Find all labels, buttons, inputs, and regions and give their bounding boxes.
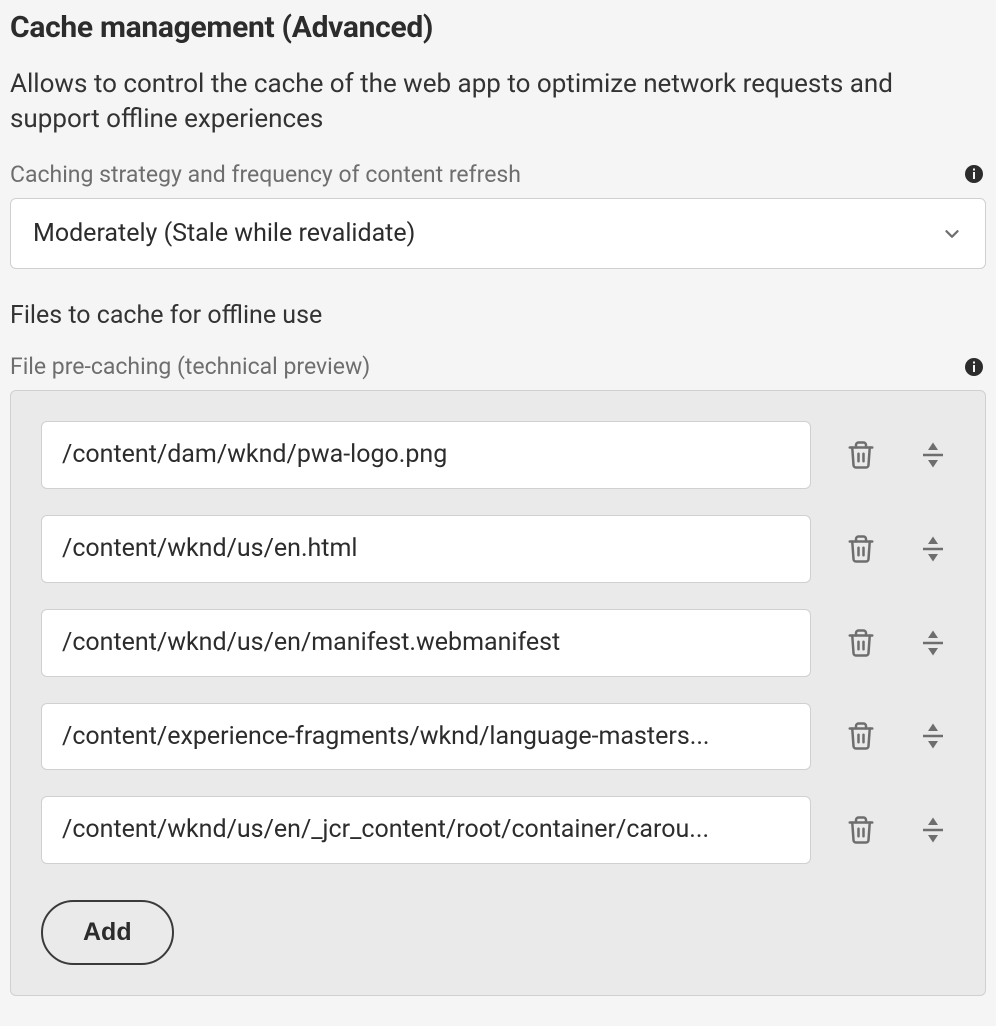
strategy-selected-value: Moderately (Stale while revalidate) (33, 217, 415, 251)
file-row: /content/wknd/us/en/manifest.webmanifest (41, 609, 955, 677)
file-path-input[interactable]: /content/wknd/us/en/manifest.webmanifest (41, 609, 811, 677)
trash-icon (846, 815, 876, 845)
reorder-icon (918, 440, 948, 470)
files-label-row: File pre-caching (technical preview) (10, 351, 986, 382)
file-path-input[interactable]: /content/experience-fragments/wknd/langu… (41, 703, 811, 771)
files-heading: Files to cache for offline use (10, 299, 986, 333)
reorder-file-button[interactable] (911, 714, 955, 758)
file-row: /content/dam/wknd/pwa-logo.png (41, 421, 955, 489)
info-icon (964, 164, 984, 184)
files-label: File pre-caching (technical preview) (10, 351, 370, 382)
delete-file-button[interactable] (839, 527, 883, 571)
trash-icon (846, 534, 876, 564)
chevron-down-icon (941, 223, 963, 245)
trash-icon (846, 721, 876, 751)
reorder-file-button[interactable] (911, 621, 955, 665)
delete-file-button[interactable] (839, 714, 883, 758)
trash-icon (846, 628, 876, 658)
files-info-button[interactable] (962, 355, 986, 379)
strategy-info-button[interactable] (962, 162, 986, 186)
strategy-select[interactable]: Moderately (Stale while revalidate) (10, 198, 986, 270)
reorder-file-button[interactable] (911, 527, 955, 571)
add-file-button[interactable]: Add (41, 900, 174, 965)
reorder-icon (918, 815, 948, 845)
reorder-file-button[interactable] (911, 433, 955, 477)
delete-file-button[interactable] (839, 433, 883, 477)
section-description: Allows to control the cache of the web a… (10, 67, 986, 137)
section-title: Cache management (Advanced) (10, 8, 986, 49)
file-row: /content/wknd/us/en.html (41, 515, 955, 583)
file-path-input[interactable]: /content/dam/wknd/pwa-logo.png (41, 421, 811, 489)
delete-file-button[interactable] (839, 808, 883, 852)
file-precaching-panel: /content/dam/wknd/pwa-logo.png /content/… (10, 390, 986, 996)
file-row: /content/experience-fragments/wknd/langu… (41, 703, 955, 771)
reorder-icon (918, 534, 948, 564)
trash-icon (846, 440, 876, 470)
reorder-file-button[interactable] (911, 808, 955, 852)
reorder-icon (918, 628, 948, 658)
info-icon (964, 357, 984, 377)
strategy-label-row: Caching strategy and frequency of conten… (10, 159, 986, 190)
reorder-icon (918, 721, 948, 751)
file-row: /content/wknd/us/en/_jcr_content/root/co… (41, 796, 955, 864)
file-path-input[interactable]: /content/wknd/us/en.html (41, 515, 811, 583)
delete-file-button[interactable] (839, 621, 883, 665)
file-path-input[interactable]: /content/wknd/us/en/_jcr_content/root/co… (41, 796, 811, 864)
strategy-label: Caching strategy and frequency of conten… (10, 159, 521, 190)
